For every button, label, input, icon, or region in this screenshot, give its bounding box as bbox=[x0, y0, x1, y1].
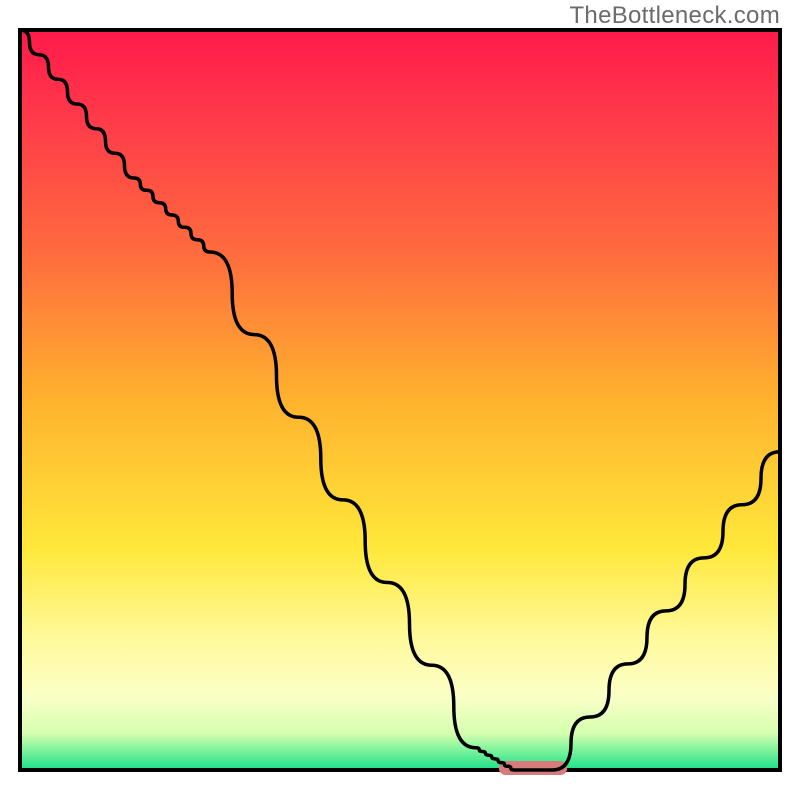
bottleneck-chart bbox=[0, 0, 800, 800]
chart-frame: TheBottleneck.com bbox=[0, 0, 800, 800]
plot-background bbox=[20, 30, 780, 770]
